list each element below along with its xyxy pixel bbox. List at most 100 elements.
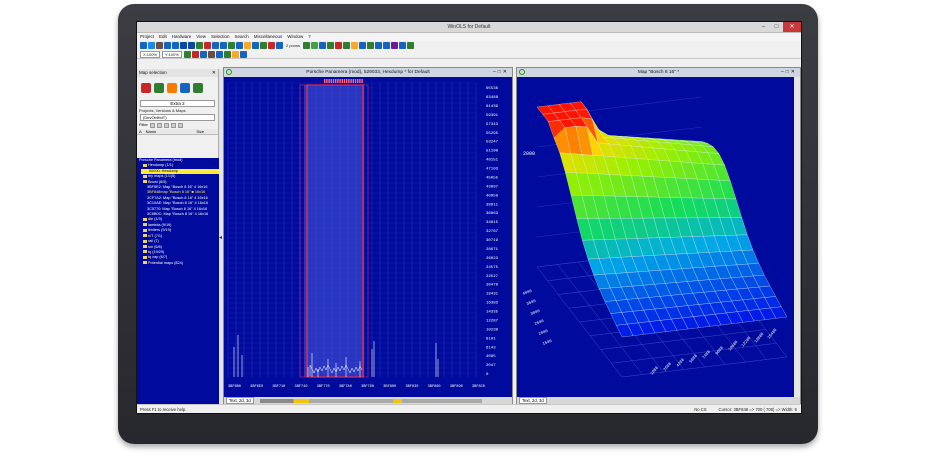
child-window-controls[interactable]: –□✕ bbox=[493, 68, 509, 77]
toolbar-button-icon[interactable] bbox=[207, 50, 215, 58]
toolbar-button-icon[interactable] bbox=[220, 42, 227, 49]
filter-icon[interactable] bbox=[170, 122, 176, 128]
toolbar-button-icon[interactable] bbox=[236, 42, 243, 49]
toolbar-button-icon[interactable] bbox=[183, 50, 191, 58]
tree-column-header[interactable]: Size bbox=[196, 129, 204, 134]
project-select[interactable]: (DevOldHdT) bbox=[140, 114, 215, 121]
tree-column-header[interactable]: Name bbox=[146, 129, 157, 134]
menu-item[interactable]: Search bbox=[235, 33, 249, 41]
element-size-label[interactable]: 2 prows bbox=[284, 43, 302, 48]
minimize-button[interactable]: – bbox=[757, 22, 770, 32]
toolbar-button-icon[interactable] bbox=[359, 42, 367, 49]
checksum-status: No CS bbox=[694, 407, 707, 412]
map-marker bbox=[341, 79, 343, 83]
view-mode-tab[interactable]: Text, 2d, 3d bbox=[519, 397, 547, 404]
toolbar-button-icon[interactable] bbox=[172, 42, 179, 49]
toolbar-button-icon[interactable] bbox=[223, 50, 231, 58]
y-tick-label: 55295 bbox=[486, 132, 499, 136]
toolbar-button-icon[interactable] bbox=[140, 42, 147, 49]
toolbar-button-icon[interactable] bbox=[156, 42, 163, 49]
map-tool-icon[interactable] bbox=[167, 83, 177, 93]
filter-icon[interactable] bbox=[156, 122, 162, 128]
tree-column-header[interactable]: A bbox=[139, 129, 142, 134]
toolbar-button-icon[interactable] bbox=[335, 42, 343, 49]
toolbar-button-icon[interactable] bbox=[252, 42, 259, 49]
tree-item[interactable]: Potential maps (824) bbox=[139, 261, 219, 266]
toolbar-button-icon[interactable] bbox=[351, 42, 359, 49]
toolbar-button-icon[interactable] bbox=[148, 42, 155, 49]
toolbar-button-icon[interactable] bbox=[343, 42, 351, 49]
extra-button[interactable]: Extra 2 bbox=[140, 100, 215, 107]
zoom-y-field[interactable]: Y:100% bbox=[162, 50, 182, 58]
collapse-arrow-icon[interactable]: ◂ bbox=[219, 234, 222, 241]
map-tool-icon[interactable] bbox=[193, 83, 203, 93]
toolbar-button-icon[interactable] bbox=[164, 42, 171, 49]
menu-item[interactable]: Edit bbox=[159, 33, 167, 41]
toolbar-button-icon[interactable] bbox=[399, 42, 407, 49]
menu-item[interactable]: ? bbox=[308, 33, 311, 41]
pane-close-icon[interactable]: ✕ bbox=[212, 69, 216, 77]
child-window-controls[interactable]: –□✕ bbox=[781, 68, 797, 77]
map-tool-icon[interactable] bbox=[180, 83, 190, 93]
menu-item[interactable]: Window bbox=[287, 33, 303, 41]
toolbar-button-icon[interactable] bbox=[188, 42, 195, 49]
close-button[interactable]: ✕ bbox=[783, 22, 801, 32]
filter-icon[interactable] bbox=[163, 122, 169, 128]
toolbar-button-icon[interactable] bbox=[204, 42, 211, 49]
map-marker bbox=[343, 79, 346, 83]
toolbar-button-icon[interactable] bbox=[191, 50, 199, 58]
y-tick-label: 45055 bbox=[486, 176, 499, 180]
menu-item[interactable]: Hardware bbox=[172, 33, 192, 41]
tree-item[interactable]: 3C10AE: Map "Bosch 8 16" 4 16x16 bbox=[139, 201, 219, 206]
toolbar-button-icon[interactable] bbox=[180, 42, 187, 49]
y-tick-label: 16383 bbox=[486, 302, 499, 306]
maximize-button[interactable]: □ bbox=[770, 22, 783, 32]
toolbar-button-icon[interactable] bbox=[367, 42, 375, 49]
y-tick-label: 8191 bbox=[486, 337, 496, 341]
y-tick-label: 51199 bbox=[486, 150, 499, 154]
toolbar-button-icon[interactable] bbox=[260, 42, 267, 49]
map-tree[interactable]: Porsche Panamera (mod) Hexdump (1/1) 00000… bbox=[137, 158, 219, 406]
toolbar-button-icon[interactable] bbox=[196, 42, 203, 49]
menu-item[interactable]: View bbox=[196, 33, 206, 41]
hexdump-scrollbar[interactable] bbox=[259, 399, 482, 403]
toolbar-button-icon[interactable] bbox=[212, 42, 219, 49]
toolbar-button-icon[interactable] bbox=[199, 50, 207, 58]
toolbar-button-icon[interactable] bbox=[228, 42, 235, 49]
map-tool-icon[interactable] bbox=[141, 83, 151, 93]
toolbar-button-icon[interactable] bbox=[327, 42, 335, 49]
toolbar-button-icon[interactable] bbox=[391, 42, 399, 49]
toolbar-button-icon[interactable] bbox=[268, 42, 275, 49]
y-tick-label: 38911 bbox=[486, 203, 499, 207]
filter-icon[interactable] bbox=[177, 122, 183, 128]
menu-item[interactable]: Project bbox=[140, 33, 154, 41]
toolbar-button-icon[interactable] bbox=[215, 50, 223, 58]
toolbar-button-icon[interactable] bbox=[407, 42, 415, 49]
zoom-x-field[interactable]: X:100% bbox=[140, 50, 161, 58]
toolbar-group-3 bbox=[183, 50, 247, 58]
menu-item[interactable]: Miscellaneous bbox=[254, 33, 283, 41]
toolbar-button-icon[interactable] bbox=[311, 42, 319, 49]
y-tick-label: 59391 bbox=[486, 114, 499, 118]
hexdump-2d-graph[interactable]: 65536 61439 57343 53247 49151 45055 40959 36863… bbox=[224, 77, 512, 397]
map-vertical-scrollbar[interactable] bbox=[794, 77, 800, 397]
map-3d-surface[interactable]: 2000400035003000250020001500154881388812… bbox=[517, 77, 794, 399]
y-tick-label: 14335 bbox=[486, 311, 499, 315]
view-mode-tab[interactable]: Text, 2d, 3d bbox=[226, 397, 254, 404]
filter-icon[interactable] bbox=[149, 122, 155, 128]
toolbar-button-icon[interactable] bbox=[244, 42, 251, 49]
toolbar-button-icon[interactable] bbox=[276, 42, 283, 49]
map-tool-icon[interactable] bbox=[154, 83, 164, 93]
map-surface bbox=[536, 101, 788, 338]
toolbar-button-icon[interactable] bbox=[375, 42, 383, 49]
axis-tick-label: 1088 bbox=[650, 366, 660, 376]
x-tick-label: 3BF6B0 bbox=[228, 385, 241, 389]
toolbar-button-icon[interactable] bbox=[239, 50, 247, 58]
x-tick-label: 3BF800 bbox=[383, 385, 396, 389]
menu-item[interactable]: Selection bbox=[211, 33, 230, 41]
toolbar-button-icon[interactable] bbox=[319, 42, 327, 49]
toolbar-button-icon[interactable] bbox=[303, 42, 311, 49]
window-icon bbox=[226, 69, 232, 75]
toolbar-button-icon[interactable] bbox=[383, 42, 391, 49]
toolbar-button-icon[interactable] bbox=[231, 50, 239, 58]
